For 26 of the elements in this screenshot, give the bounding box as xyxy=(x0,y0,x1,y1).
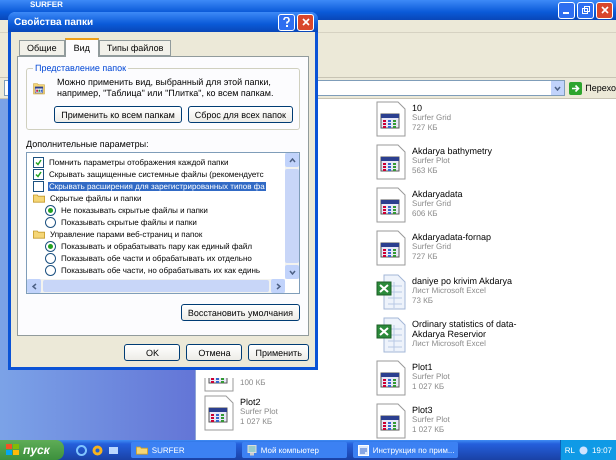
file-size: 100 КБ xyxy=(240,378,266,388)
file-type: Лист Microsoft Excel xyxy=(412,286,486,296)
group-description: Можно применить вид, выбранный для этой папки, например, "Таблица" или "Плитка", ко всем папкам. xyxy=(57,77,274,99)
file-type: Лист Microsoft Excel xyxy=(412,338,487,349)
file-type: Surfer Plot xyxy=(412,156,451,166)
file-type: Surfer Grid xyxy=(412,242,452,252)
file-size: 563 КБ xyxy=(412,166,438,176)
dialog-title: Свойства папки xyxy=(14,16,94,28)
file-type: Surfer Plot xyxy=(412,414,451,425)
file-size: 606 КБ xyxy=(412,209,438,220)
file-type: Surfer Plot xyxy=(240,407,279,417)
file-size: 1 027 КБ xyxy=(412,424,446,435)
option-group-label: Скрытые файлы и папки xyxy=(49,194,142,202)
group-title: Представление папок xyxy=(34,63,128,73)
file-size: 73 КБ xyxy=(412,296,434,306)
clock: 19:07 xyxy=(592,446,612,454)
file-type: Surfer Grid xyxy=(412,113,452,123)
file-type: Surfer Grid xyxy=(412,199,452,210)
window-title: SURFER xyxy=(30,0,63,10)
file-type: Surfer Plot xyxy=(412,372,451,382)
file-size: 727 КБ xyxy=(412,123,438,133)
option-group-label: Управление парами веб-страниц и папок xyxy=(49,230,204,238)
file-size: 1 027 КБ xyxy=(412,382,446,392)
file-size: 727 КБ xyxy=(412,252,438,262)
advanced-settings-label: Дополнительные параметры: xyxy=(26,139,150,149)
file-size: 1 027 КБ xyxy=(240,417,274,427)
